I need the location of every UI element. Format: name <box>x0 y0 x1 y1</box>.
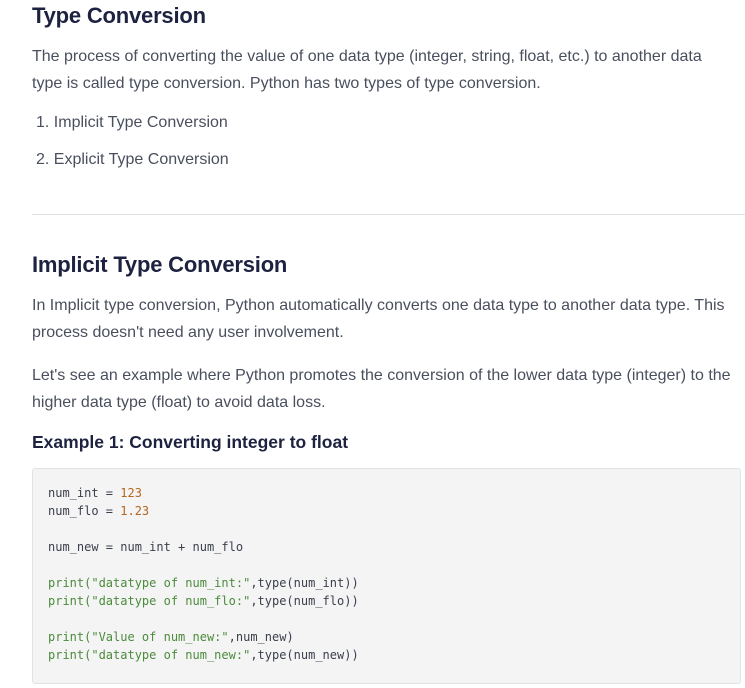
code-line: num_flo = 1.23 <box>48 504 150 518</box>
code-line: print("Value of num_new:",num_new) <box>48 630 294 644</box>
code-line: num_int = 123 <box>48 486 142 500</box>
section-title-implicit-type-conversion: Implicit Type Conversion <box>32 252 288 277</box>
list-item-explicit: 2. Explicit Type Conversion <box>36 151 229 168</box>
code-content[interactable]: num_int = 123 num_flo = 1.23 num_new = num… <box>48 484 359 664</box>
code-line: print("datatype of num_new:",type(num_ne… <box>48 648 359 662</box>
conversion-types-list: 1. Implicit Type Conversion 2. Explicit … <box>36 113 229 187</box>
type-conversion-description: The process of converting the value of o… <box>32 48 702 92</box>
example-title: Example 1: Converting integer to float <box>32 432 349 452</box>
code-line: print("datatype of num_flo:",type(num_fl… <box>48 594 359 608</box>
code-block[interactable]: num_int = 123 num_flo = 1.23 num_new = num… <box>32 468 741 684</box>
code-line: num_new = num_int + num_flo <box>48 540 244 554</box>
implicit-conversion-example-intro: Let's see an example where Python promot… <box>32 367 731 411</box>
code-line: print("datatype of num_int:",type(num_in… <box>48 576 359 590</box>
list-item-implicit: 1. Implicit Type Conversion <box>36 114 228 131</box>
section-divider <box>32 214 745 215</box>
section-title-type-conversion: Type Conversion <box>32 3 206 28</box>
implicit-conversion-description: In Implicit type conversion, Python auto… <box>32 297 725 341</box>
